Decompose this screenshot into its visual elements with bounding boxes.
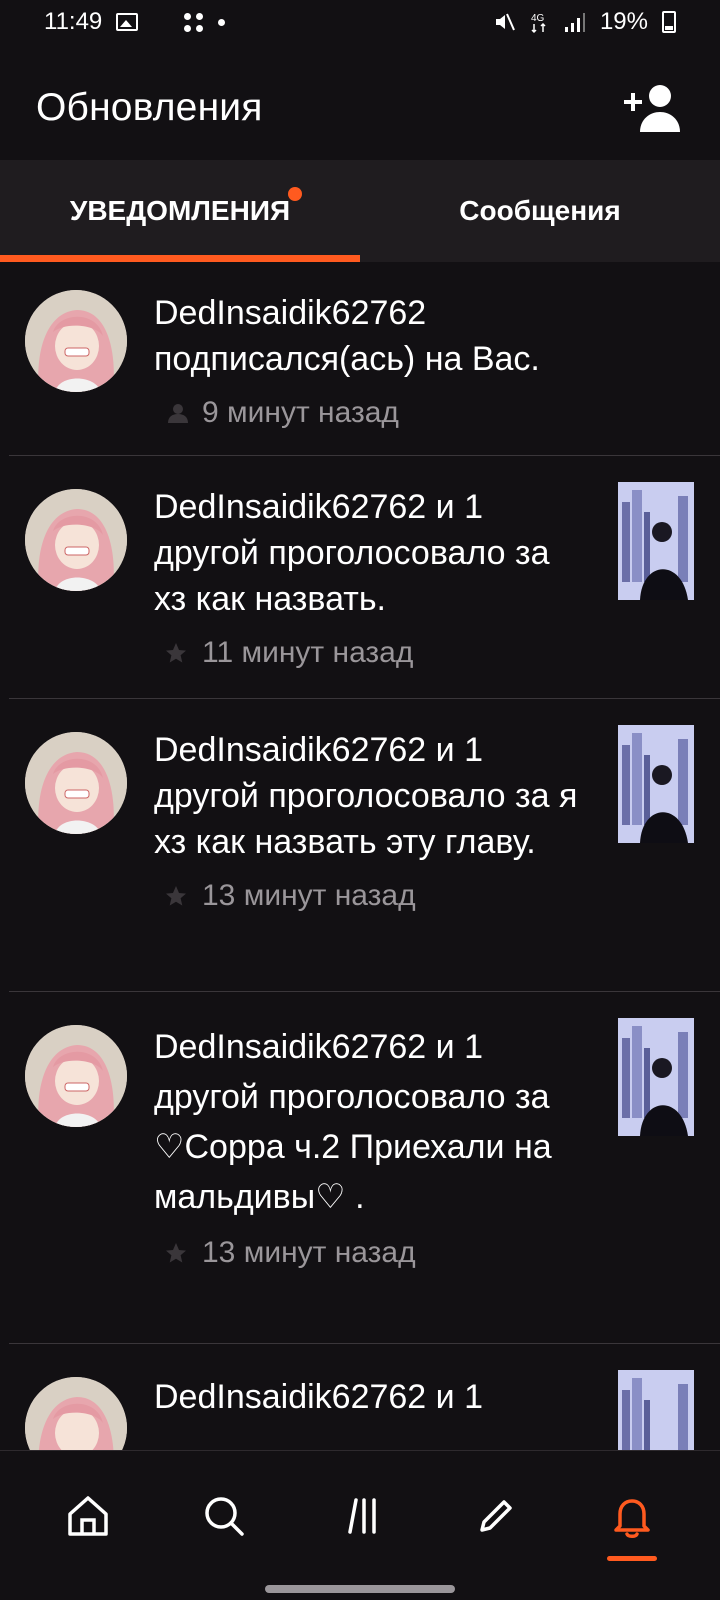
list-item[interactable]: DedInsaidik62762 и 1 другой проголосовал… — [9, 992, 720, 1344]
nav-write-button[interactable] — [456, 1481, 536, 1551]
nav-home-button[interactable] — [48, 1481, 128, 1551]
star-icon — [164, 884, 188, 908]
follower-icon — [164, 401, 188, 425]
search-icon — [205, 1497, 244, 1536]
app-grid-icon — [152, 13, 170, 31]
notification-list[interactable]: DedInsaidik62762 подписался(ась) на Вас.… — [0, 262, 720, 1450]
star-icon — [164, 1241, 188, 1265]
notification-meta: 13 минут назад — [164, 1236, 590, 1270]
battery-percent: 19% — [599, 8, 648, 35]
dots-icon — [184, 12, 204, 32]
add-user-button[interactable] — [624, 82, 684, 134]
avatar[interactable] — [25, 290, 127, 392]
svg-text:4G: 4G — [531, 13, 545, 24]
gallery-icon — [116, 13, 139, 31]
list-item[interactable]: DedInsaidik62762 и 1 другой проголосовал… — [9, 699, 720, 992]
updates-screen: 11:49 4G 19% Обновления УВЕДОМЛЕНИЯ Сооб… — [0, 0, 720, 1600]
list-item[interactable]: DedInsaidik62762 и 1 другой проголосовал… — [9, 456, 720, 699]
mute-icon — [492, 10, 516, 34]
unread-badge — [288, 187, 303, 201]
tab-messages[interactable]: Сообщения — [360, 160, 720, 262]
avatar[interactable] — [25, 732, 127, 834]
list-item[interactable]: DedInsaidik62762 и 1 — [9, 1344, 720, 1450]
bottom-navigation — [0, 1450, 720, 1600]
notification-text: DedInsaidik62762 и 1 другой проголосовал… — [154, 731, 578, 861]
story-thumbnail[interactable] — [618, 1370, 694, 1450]
notification-time: 13 минут назад — [202, 879, 416, 912]
tab-label: УВЕДОМЛЕНИЯ — [69, 195, 291, 226]
signal-icon — [564, 11, 586, 33]
tab-label: Сообщения — [459, 195, 621, 226]
battery-icon — [662, 11, 676, 33]
notification-text: DedInsaidik62762 и 1 другой проголосовал… — [154, 1028, 552, 1216]
nav-search-button[interactable] — [184, 1481, 264, 1551]
story-thumbnail[interactable] — [618, 482, 694, 600]
notification-dot-icon — [218, 18, 226, 26]
list-item[interactable]: DedInsaidik62762 подписался(ась) на Вас.… — [9, 262, 720, 456]
app-bar: Обновления — [0, 60, 720, 156]
system-home-gesture-bar[interactable] — [265, 1585, 455, 1593]
notification-text: DedInsaidik62762 и 1 другой проголосовал… — [154, 488, 550, 618]
notification-text: DedInsaidik62762 подписался(ась) на Вас. — [154, 294, 540, 378]
avatar[interactable] — [25, 1377, 127, 1450]
avatar[interactable] — [25, 489, 127, 591]
notification-meta: 13 минут назад — [164, 879, 590, 913]
story-thumbnail[interactable] — [618, 1018, 694, 1136]
add-user-icon — [624, 85, 680, 132]
notification-time: 13 минут назад — [202, 1236, 416, 1269]
network-4g-icon: 4G — [530, 10, 550, 34]
notification-text: DedInsaidik62762 и 1 — [154, 1378, 483, 1416]
nav-notifications-button[interactable] — [592, 1481, 672, 1561]
active-tab-indicator — [607, 1556, 657, 1561]
notification-time: 11 минут назад — [202, 636, 414, 669]
library-icon — [348, 1498, 376, 1534]
star-icon — [164, 641, 188, 665]
notification-time: 9 минут назад — [202, 396, 399, 429]
avatar[interactable] — [25, 1025, 127, 1127]
tab-notifications[interactable]: УВЕДОМЛЕНИЯ — [0, 160, 360, 262]
nav-library-button[interactable] — [320, 1481, 400, 1551]
status-bar: 11:49 4G 19% — [0, 0, 720, 44]
story-thumbnail[interactable] — [618, 725, 694, 843]
write-icon — [480, 1500, 512, 1532]
status-time: 11:49 — [44, 8, 103, 35]
notification-meta: 11 минут назад — [164, 636, 590, 670]
notification-meta: 9 минут назад — [164, 396, 590, 430]
page-title: Обновления — [36, 86, 263, 129]
notifications-bell-icon — [614, 1499, 650, 1538]
tab-bar: УВЕДОМЛЕНИЯ Сообщения — [0, 160, 720, 262]
home-icon — [68, 1496, 108, 1536]
